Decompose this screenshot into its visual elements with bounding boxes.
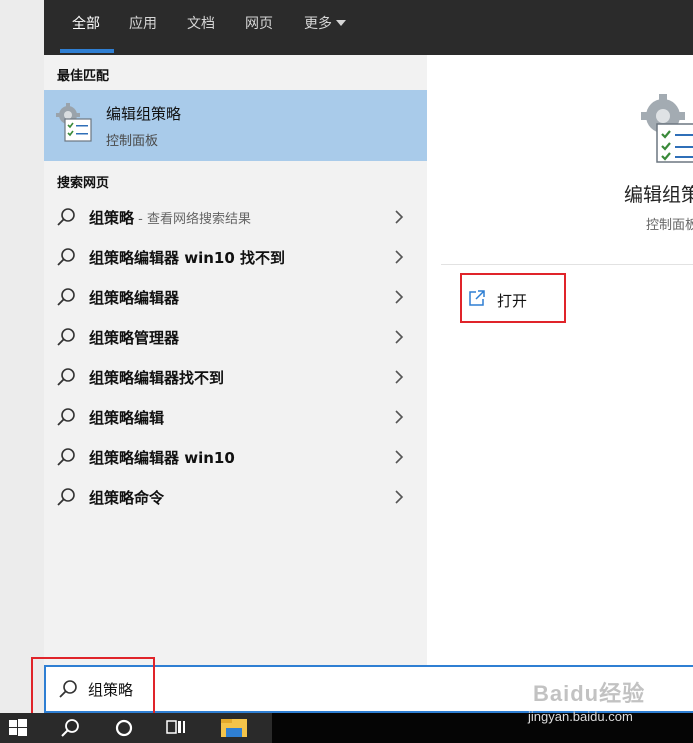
web-suggestion-row[interactable]: 组策略编辑 — [44, 397, 427, 437]
search-icon — [57, 288, 75, 306]
group-policy-icon — [56, 103, 92, 142]
highlight-box — [460, 273, 566, 323]
web-suggestion-row[interactable]: 组策略编辑器找不到 — [44, 357, 427, 397]
best-match-subtitle: 控制面板 — [106, 134, 159, 149]
search-icon — [57, 368, 75, 386]
tab-all[interactable]: 全部 — [72, 14, 100, 34]
search-tab-bar: 全部 应用 文档 网页 更多 — [44, 0, 693, 55]
search-icon — [57, 408, 75, 426]
web-suggestion-row[interactable]: 组策略管理器 — [44, 317, 427, 357]
chevron-right-icon[interactable] — [394, 209, 404, 225]
chevron-right-icon[interactable] — [394, 489, 404, 505]
group-policy-icon — [641, 94, 693, 163]
web-suggestion-hint: - 查看网络搜索结果 — [134, 212, 251, 227]
chevron-right-icon[interactable] — [394, 249, 404, 265]
chevron-right-icon[interactable] — [394, 329, 404, 345]
web-suggestion-label: 组策略 — [89, 209, 135, 227]
web-suggestion-label: 组策略管理器 — [89, 329, 180, 347]
preview-title: 编辑组策略 — [624, 184, 693, 206]
chevron-right-icon[interactable] — [394, 449, 404, 465]
web-suggestion-row[interactable]: 组策略编辑器 win10 找不到 — [44, 237, 427, 277]
web-suggestion-label: 组策略编辑器 win10 找不到 — [89, 249, 285, 267]
highlight-box — [31, 657, 155, 719]
preview-subtitle: 控制面板 — [646, 218, 693, 233]
tab-apps[interactable]: 应用 — [129, 14, 157, 34]
web-suggestion-label: 组策略编辑 — [89, 409, 165, 427]
search-icon — [57, 328, 75, 346]
tab-web[interactable]: 网页 — [245, 14, 273, 34]
web-suggestion-label: 组策略编辑器找不到 — [89, 369, 225, 387]
search-icon — [57, 208, 75, 226]
windows-start-icon[interactable] — [6, 716, 30, 740]
web-suggestion-row[interactable]: 组策略命令 — [44, 477, 427, 517]
search-icon — [57, 248, 75, 266]
web-suggestion-label: 组策略编辑器 — [89, 289, 180, 307]
search-icon — [57, 488, 75, 506]
tab-more[interactable]: 更多 — [304, 14, 346, 34]
desktop-background — [0, 0, 44, 713]
file-explorer-icon[interactable] — [220, 716, 248, 740]
tab-more-label: 更多 — [304, 16, 332, 32]
chevron-down-icon — [336, 20, 346, 26]
active-tab-indicator — [60, 49, 114, 53]
task-view-icon[interactable] — [164, 716, 188, 740]
baidu-watermark-url: jingyan.baidu.com — [528, 709, 633, 724]
search-panel: 全部 应用 文档 网页 更多 最佳匹配 编辑组策略 控制面板 搜索网页 组策略 … — [44, 0, 693, 713]
search-web-heading: 搜索网页 — [57, 176, 110, 191]
tab-documents[interactable]: 文档 — [187, 14, 215, 34]
best-match-heading: 最佳匹配 — [57, 69, 110, 84]
search-icon[interactable] — [58, 716, 82, 740]
preview-divider — [441, 264, 693, 265]
best-match-title: 编辑组策略 — [106, 105, 182, 123]
cortana-icon[interactable] — [112, 716, 136, 740]
result-preview-pane: 编辑组策略 控制面板 打开 — [441, 68, 693, 665]
web-suggestion-row[interactable]: 组策略编辑器 win10 — [44, 437, 427, 477]
chevron-right-icon[interactable] — [394, 289, 404, 305]
chevron-right-icon[interactable] — [394, 409, 404, 425]
web-suggestion-row[interactable]: 组策略 - 查看网络搜索结果 — [44, 197, 427, 237]
baidu-watermark-logo: Baidu经验 — [533, 681, 646, 706]
web-suggestion-label: 组策略编辑器 win10 — [89, 449, 235, 467]
web-suggestion-row[interactable]: 组策略编辑器 — [44, 277, 427, 317]
chevron-right-icon[interactable] — [394, 369, 404, 385]
search-icon — [57, 448, 75, 466]
best-match-item[interactable]: 编辑组策略 控制面板 — [44, 90, 427, 161]
results-list: 最佳匹配 编辑组策略 控制面板 搜索网页 组策略 - 查看网络搜索结果 组策略编… — [44, 55, 427, 665]
web-suggestion-label: 组策略命令 — [89, 489, 165, 507]
web-suggestion-text: 组策略 - 查看网络搜索结果 — [89, 207, 251, 228]
